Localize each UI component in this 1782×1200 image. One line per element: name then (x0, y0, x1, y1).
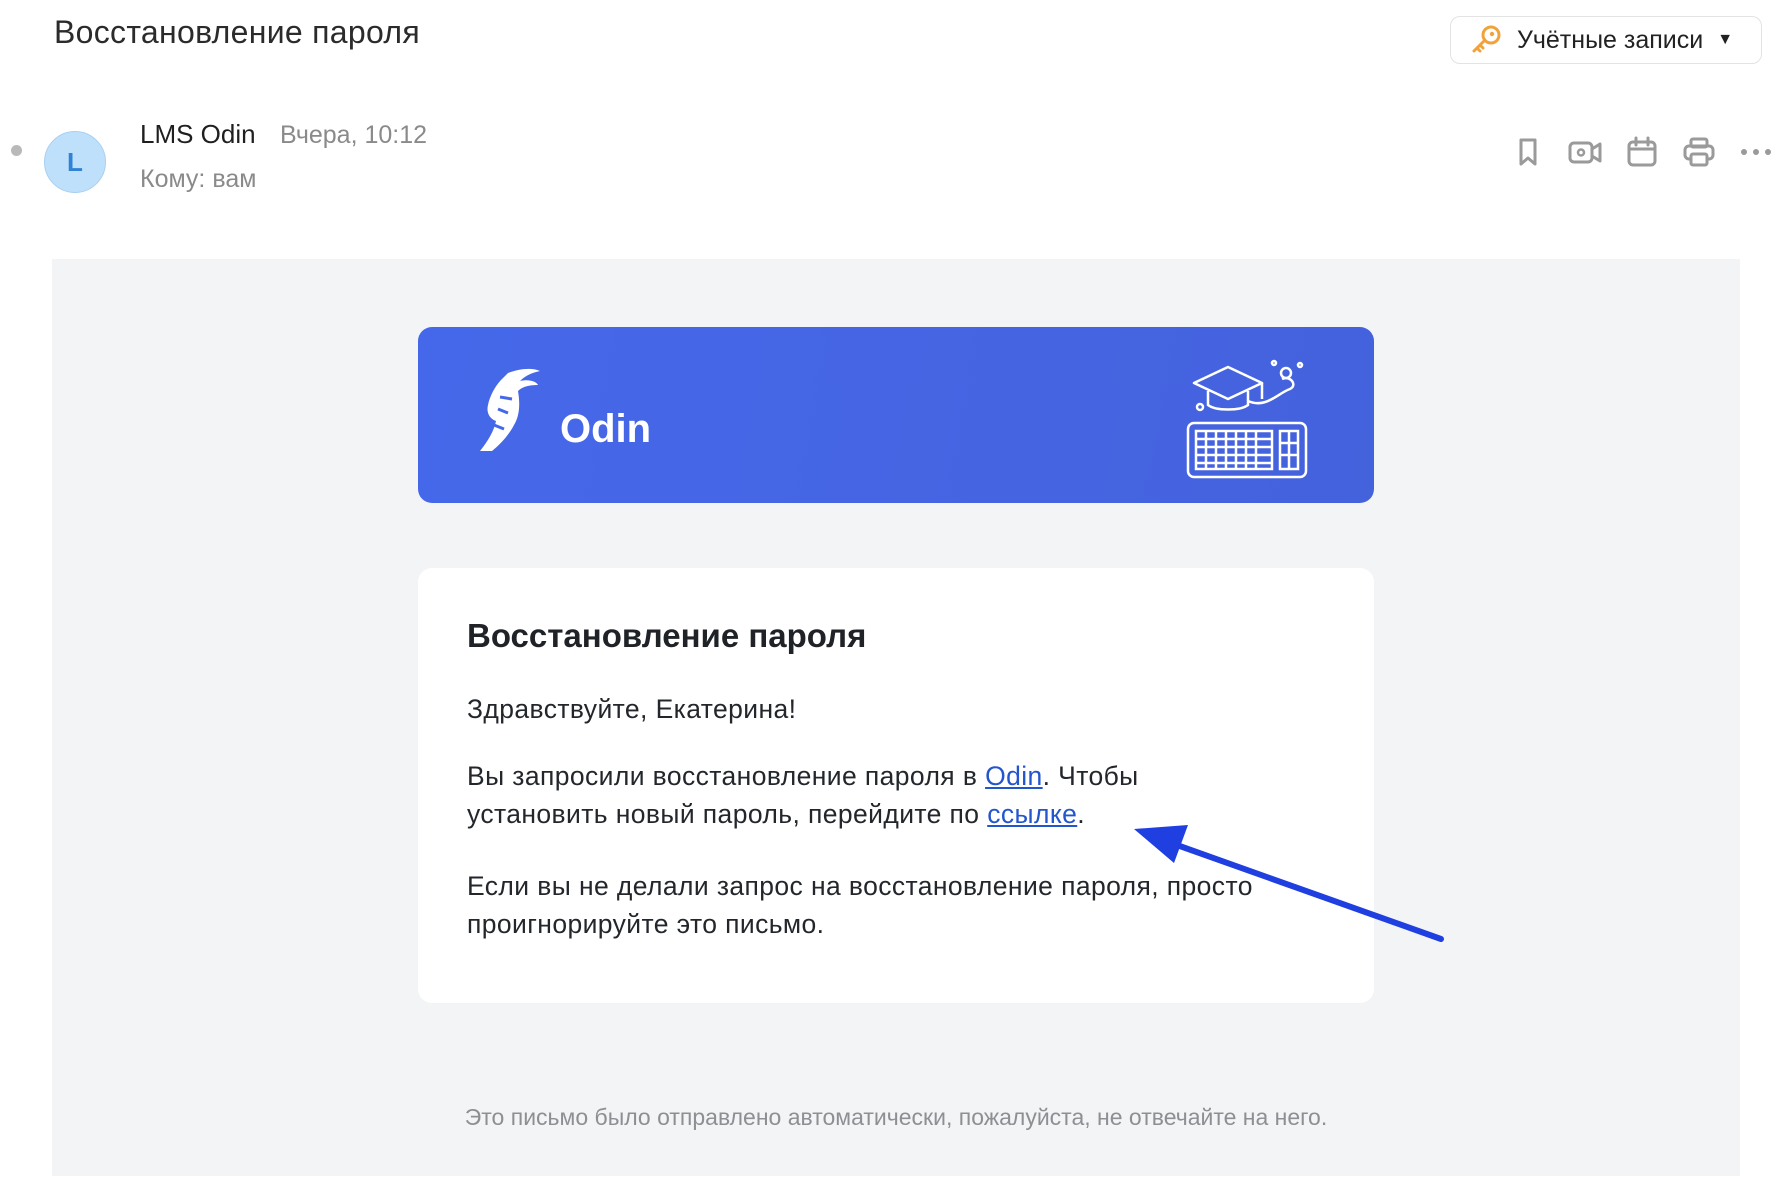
sender-name[interactable]: LMS Odin (140, 119, 256, 150)
accounts-label: Учётные записи (1517, 25, 1704, 54)
reset-link[interactable]: ссылке (987, 799, 1077, 829)
email-subject: Восстановление пароля (54, 14, 420, 50)
key-icon (1472, 25, 1501, 53)
message-date: Вчера, 10:12 (280, 121, 428, 149)
graduation-keyboard-icon (1186, 359, 1308, 479)
avatar[interactable]: L (44, 131, 106, 193)
email-banner: Odin (418, 327, 1374, 503)
avatar-letter: L (67, 146, 83, 177)
card-title: Восстановление пароля (467, 617, 867, 654)
calendar-icon[interactable] (1622, 132, 1662, 172)
email-body: Odin Восстановление пароля Здравствуйте,… (52, 259, 1740, 1176)
odin-logo-icon (480, 368, 540, 451)
print-icon[interactable] (1679, 132, 1719, 172)
chevron-down-icon: ▼ (1717, 31, 1734, 48)
greeting-text: Здравствуйте, Екатерина! (467, 694, 797, 724)
annotation-arrow (1134, 825, 1444, 942)
auto-footer-note: Это письмо было отправлено автоматически… (464, 1104, 1328, 1130)
bookmark-icon[interactable] (1508, 132, 1548, 172)
instruction-suffix: . (1077, 799, 1086, 829)
accounts-button[interactable]: Учётные записи ▼ (1450, 16, 1762, 64)
more-icon[interactable] (1736, 132, 1776, 172)
video-call-icon[interactable] (1565, 132, 1605, 172)
unread-indicator (11, 145, 22, 156)
instruction-prefix: Вы запросили восстановление пароля в (467, 761, 986, 791)
message-toolbar (1508, 132, 1776, 172)
recipient-line: Кому: вам (140, 165, 257, 193)
brand-name: Odin (560, 407, 652, 451)
odin-link[interactable]: Odin (985, 761, 1043, 791)
